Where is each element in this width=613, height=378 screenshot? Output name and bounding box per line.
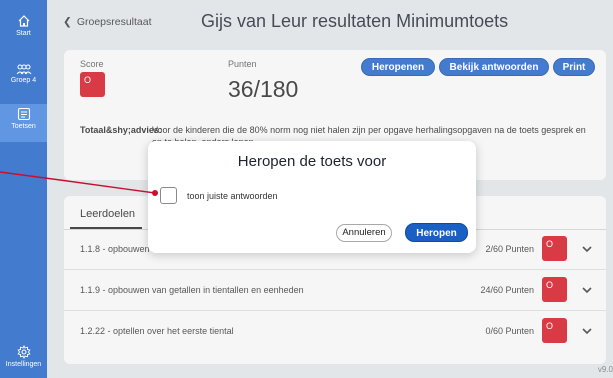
checkbox-label: toon juiste antwoorden <box>187 191 278 201</box>
dialog-title: Heropen de toets voor <box>237 153 387 170</box>
heropen-dialog: Heropen de toets voor toon juiste antwoo… <box>148 141 476 253</box>
confirm-button[interactable]: Heropen <box>405 223 468 242</box>
cancel-button[interactable]: Annuleren <box>336 224 392 242</box>
show-answers-checkbox[interactable] <box>160 187 177 204</box>
version-label: v9.0 <box>597 365 613 374</box>
